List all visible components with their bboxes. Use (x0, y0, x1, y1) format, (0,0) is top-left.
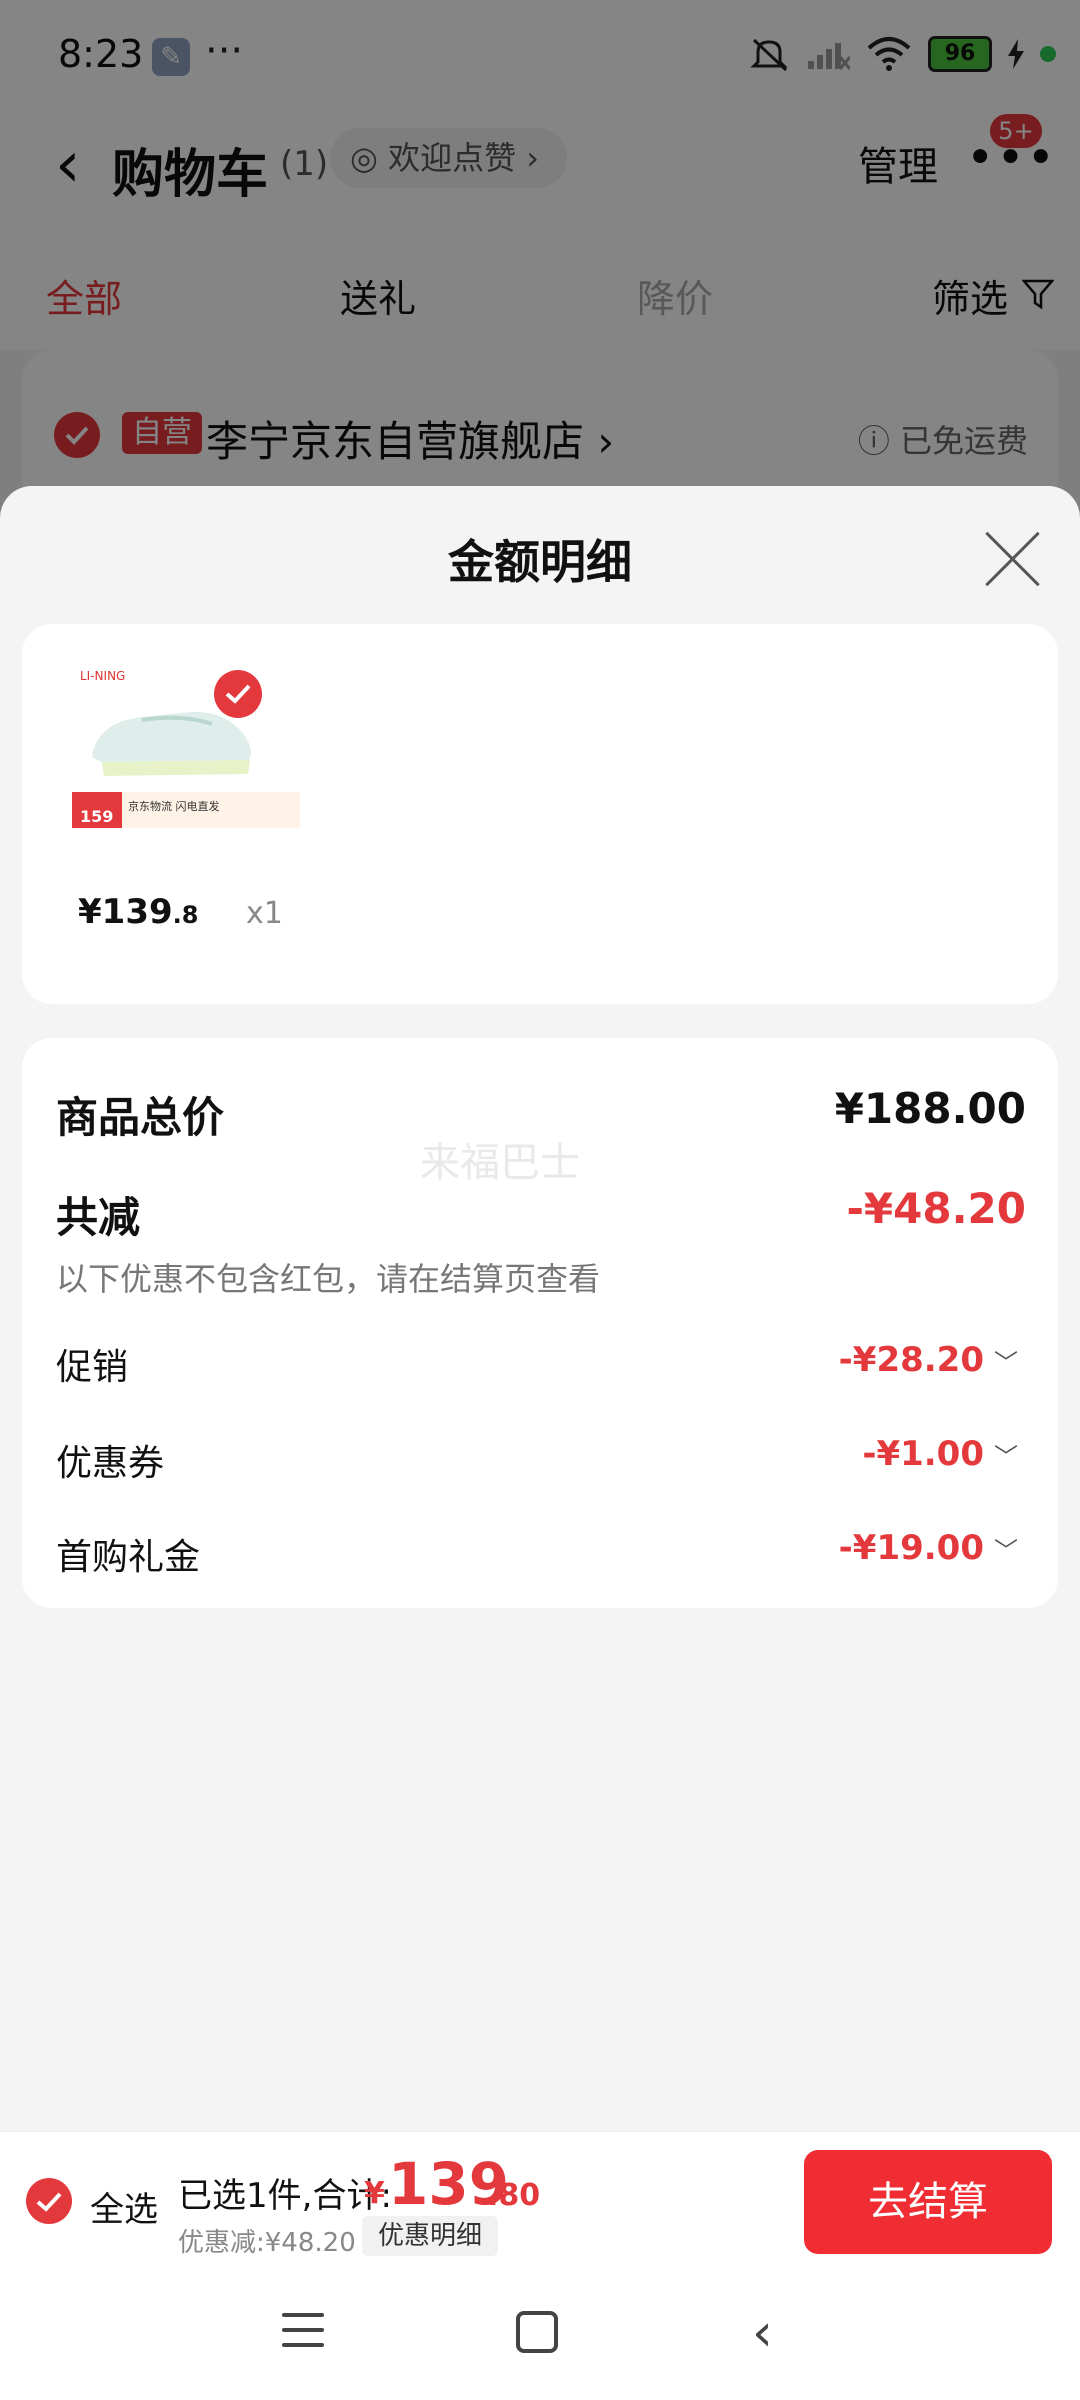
product-check-icon[interactable] (214, 670, 262, 718)
chevron-down-icon[interactable]: ﹀ (994, 1343, 1018, 1378)
coupon-value[interactable]: -¥1.00 ﹀ (862, 1434, 1018, 1474)
home-icon[interactable] (516, 2311, 558, 2353)
menu-icon[interactable] (282, 2313, 324, 2347)
discount-detail-button[interactable]: 优惠明细 (362, 2216, 499, 2256)
total-currency: ¥ (364, 2176, 385, 2211)
product-image[interactable]: LI-NING 159 京东物流 闪电直发 (72, 662, 300, 830)
total-price-label: 商品总价 (56, 1093, 225, 1142)
chevron-down-icon[interactable]: ﹀ (994, 1437, 1018, 1472)
first-purchase-label: 首购礼金 (56, 1537, 201, 1578)
sheet-title: 金额明细 (448, 535, 632, 589)
total-decimal: .80 (487, 2178, 541, 2213)
discount-note: 以下优惠不包含红包，请在结算页查看 (56, 1260, 601, 1298)
select-all-label[interactable]: 全选 (90, 2182, 158, 2231)
discount-value: -¥48.20 (846, 1184, 1026, 1233)
watermark: 来福巴士 (420, 1140, 580, 1186)
chevron-down-icon[interactable]: ﹀ (994, 1531, 1018, 1566)
svg-text:LI-NING: LI-NING (80, 669, 125, 683)
back-icon[interactable]: ‹ (752, 2303, 773, 2363)
select-all-check-icon[interactable] (26, 2178, 72, 2224)
price-summary-card: 来福巴士 商品总价 ¥188.00 共减 -¥48.20 以下优惠不包含红包，请… (22, 1038, 1058, 1608)
amount-detail-sheet: 金额明细 LI-NING 159 京东物流 闪电直发 ¥139.8 x1 来福巴… (0, 486, 1080, 2131)
product-quantity: x1 (246, 896, 283, 931)
selected-summary: 已选1件,合计: (178, 2176, 392, 2216)
promo-label: 促销 (56, 1347, 129, 1388)
image-label: 京东物流 闪电直发 (128, 799, 220, 813)
product-card: LI-NING 159 京东物流 闪电直发 ¥139.8 x1 (22, 624, 1058, 1004)
image-price: 159 (80, 807, 113, 826)
checkout-bar: 全选 已选1件,合计: ¥ 139 .80 优惠减:¥48.20 优惠明细 去结… (0, 2131, 1080, 2270)
discount-summary: 优惠减:¥48.20 (178, 2228, 356, 2258)
first-purchase-value[interactable]: -¥19.00 ﹀ (839, 1528, 1018, 1568)
promo-value[interactable]: -¥28.20 ﹀ (839, 1340, 1018, 1380)
system-nav: ‹ (0, 2269, 1080, 2400)
checkout-button[interactable]: 去结算 (804, 2150, 1052, 2254)
discount-label: 共减 (56, 1193, 141, 1242)
total-price-value: ¥188.00 (834, 1084, 1026, 1133)
close-icon[interactable] (982, 528, 1044, 590)
coupon-label: 优惠券 (56, 1443, 165, 1484)
product-price: ¥139.8 (78, 892, 199, 932)
